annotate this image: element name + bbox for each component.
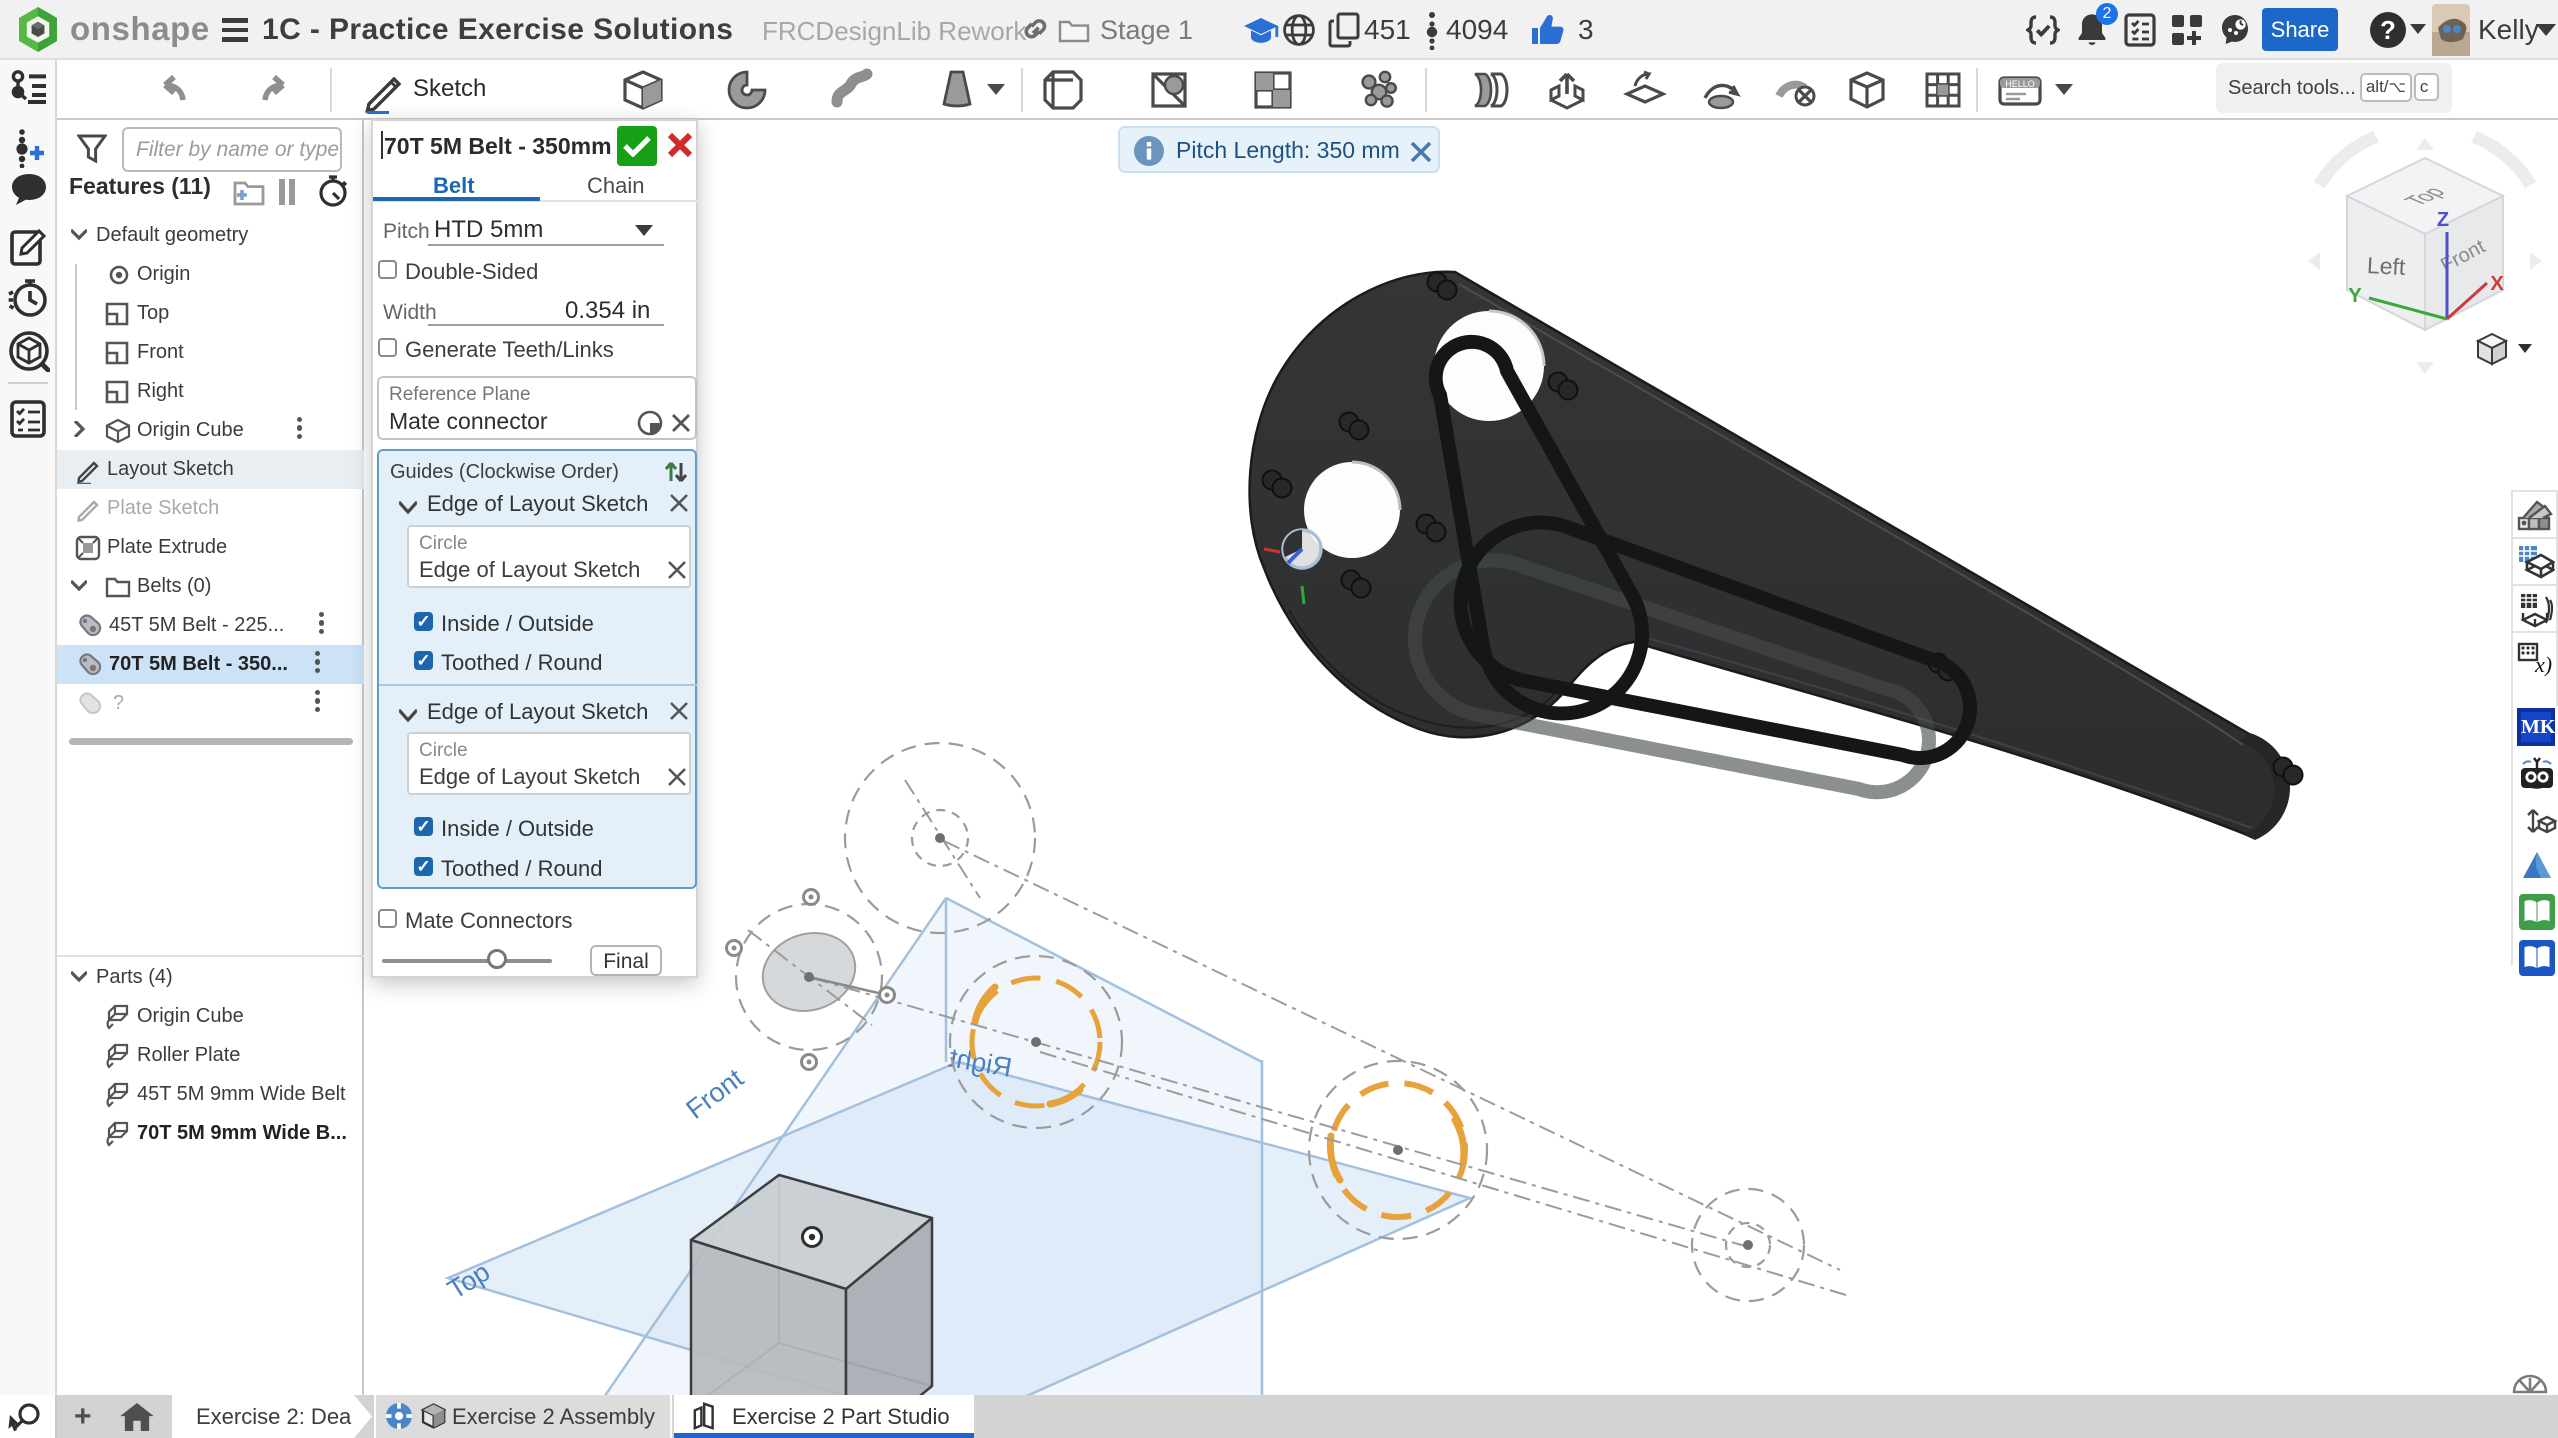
svg-text:X: X bbox=[2490, 273, 2504, 295]
svg-text:x): x) bbox=[2534, 652, 2552, 676]
svg-text:?: ? bbox=[2380, 15, 2396, 45]
svg-text:HELLO: HELLO bbox=[2005, 79, 2035, 89]
svg-text:Front: Front bbox=[681, 1063, 750, 1125]
svg-text:Y: Y bbox=[2348, 285, 2362, 307]
svg-text:Z: Z bbox=[2437, 209, 2449, 231]
svg-text:Left: Left bbox=[2366, 252, 2406, 280]
